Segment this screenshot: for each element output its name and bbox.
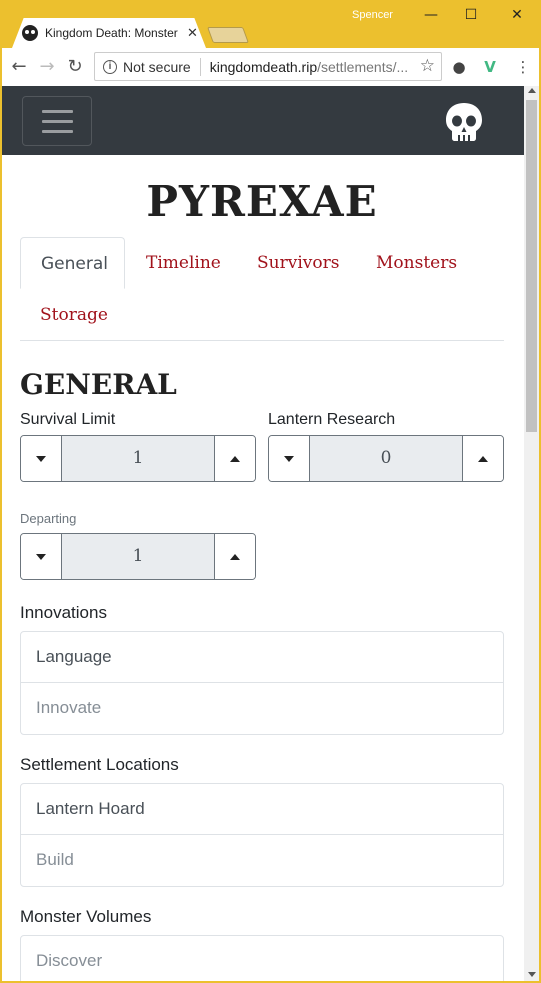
lantern-research-value[interactable]: 0 <box>310 436 462 481</box>
departing-increment-button[interactable] <box>214 534 255 579</box>
innovate-input[interactable]: Innovate <box>21 683 503 734</box>
settlement-tabs: General Timeline Survivors Monsters Stor… <box>20 237 504 341</box>
page-viewport: PYREXAE General Timeline Survivors Monst… <box>2 86 524 981</box>
divider <box>199 57 201 76</box>
maximize-icon[interactable]: ☐ <box>456 4 486 26</box>
settlement-content: PYREXAE General Timeline Survivors Monst… <box>20 155 504 981</box>
innovation-item[interactable]: Language <box>21 632 503 683</box>
hamburger-menu-button[interactable] <box>22 96 92 146</box>
skull-favicon-icon <box>22 25 38 41</box>
skull-logo-icon[interactable] <box>445 102 483 142</box>
url-host[interactable]: kingdomdeath.rip <box>210 59 317 75</box>
departing-row: Departing 1 <box>20 505 504 595</box>
section-heading: GENERAL <box>20 368 177 401</box>
chrome-menu-icon[interactable]: ⋮ <box>513 57 533 77</box>
lantern-research-label: Lantern Research <box>268 411 396 428</box>
build-input[interactable]: Build <box>21 835 503 886</box>
page-title: PYREXAE <box>146 177 378 226</box>
caret-up-icon <box>478 455 488 462</box>
tab-general[interactable]: General <box>20 237 125 289</box>
survival-limit-increment-button[interactable] <box>214 436 255 481</box>
site-navbar <box>2 86 524 155</box>
close-tab-icon[interactable]: ✕ <box>187 26 198 41</box>
caret-up-icon <box>230 553 240 560</box>
url-path[interactable]: /settlements/... <box>317 59 408 75</box>
survival-limit-decrement-button[interactable] <box>21 436 62 481</box>
page-scrollbar[interactable] <box>524 86 539 981</box>
address-bar[interactable]: i Not secure kingdomdeath.rip/settlement… <box>94 52 442 81</box>
vue-devtools-icon[interactable]: V <box>480 57 500 77</box>
location-item[interactable]: Lantern Hoard <box>21 784 503 835</box>
hamburger-line <box>42 120 73 123</box>
forward-arrow-icon[interactable]: → <box>36 56 58 78</box>
discover-input[interactable]: Discover <box>21 936 503 981</box>
monster-volumes-list: Discover <box>20 935 504 981</box>
caret-down-icon <box>284 455 294 462</box>
lantern-research-stepper: 0 <box>268 435 504 482</box>
back-arrow-icon[interactable]: ← <box>8 56 30 78</box>
caret-down-icon <box>36 455 46 462</box>
monster-volumes-label: Monster Volumes <box>20 907 152 926</box>
close-window-icon[interactable]: ✕ <box>502 4 532 26</box>
innovations-list: Language Innovate <box>20 631 504 735</box>
scroll-down-arrow-icon[interactable] <box>528 972 536 977</box>
security-label[interactable]: Not secure <box>123 59 191 75</box>
departing-value[interactable]: 1 <box>62 534 214 579</box>
innovations-label: Innovations <box>20 603 107 622</box>
settlement-locations-list: Lantern Hoard Build <box>20 783 504 887</box>
departing-label: Departing <box>20 511 77 526</box>
reload-icon[interactable]: ↻ <box>64 56 86 78</box>
survival-limit-field: Survival Limit 1 <box>20 405 256 482</box>
lightbulb-extension-icon[interactable]: ● <box>449 57 469 77</box>
departing-stepper: 1 <box>20 533 256 580</box>
bookmark-star-icon[interactable]: ☆ <box>420 56 435 76</box>
browser-toolbar: ← → ↻ i Not secure kingdomdeath.rip/sett… <box>2 48 539 86</box>
profile-name[interactable]: Spencer <box>352 9 393 21</box>
scroll-thumb[interactable] <box>526 100 537 432</box>
settlement-locations-label: Settlement Locations <box>20 755 179 774</box>
hamburger-line <box>42 130 73 133</box>
lantern-research-increment-button[interactable] <box>462 436 503 481</box>
scroll-up-arrow-icon[interactable] <box>528 88 536 93</box>
caret-up-icon <box>230 455 240 462</box>
survival-limit-stepper: 1 <box>20 435 256 482</box>
departing-field: Departing 1 <box>20 505 256 580</box>
counter-row: Survival Limit 1 Lantern Research 0 <box>20 405 504 505</box>
tab-title: Kingdom Death: Monster <box>45 26 178 40</box>
tab-monsters[interactable]: Monsters <box>356 237 477 289</box>
survival-limit-value[interactable]: 1 <box>62 436 214 481</box>
browser-tab-content[interactable]: Kingdom Death: Monster ✕ <box>22 18 202 48</box>
hamburger-line <box>42 110 73 113</box>
caret-down-icon <box>36 553 46 560</box>
survival-limit-label: Survival Limit <box>20 411 116 428</box>
tab-survivors[interactable]: Survivors <box>237 237 359 289</box>
departing-decrement-button[interactable] <box>21 534 62 579</box>
info-icon[interactable]: i <box>103 59 117 74</box>
browser-window: Spencer — ☐ ✕ Kingdom Death: Monster ✕ ←… <box>0 0 541 983</box>
lantern-research-field: Lantern Research 0 <box>268 405 504 482</box>
tab-storage[interactable]: Storage <box>20 289 128 341</box>
tab-timeline[interactable]: Timeline <box>126 237 241 289</box>
minimize-icon[interactable]: — <box>416 4 446 26</box>
new-tab-button[interactable] <box>207 27 249 43</box>
lantern-research-decrement-button[interactable] <box>269 436 310 481</box>
